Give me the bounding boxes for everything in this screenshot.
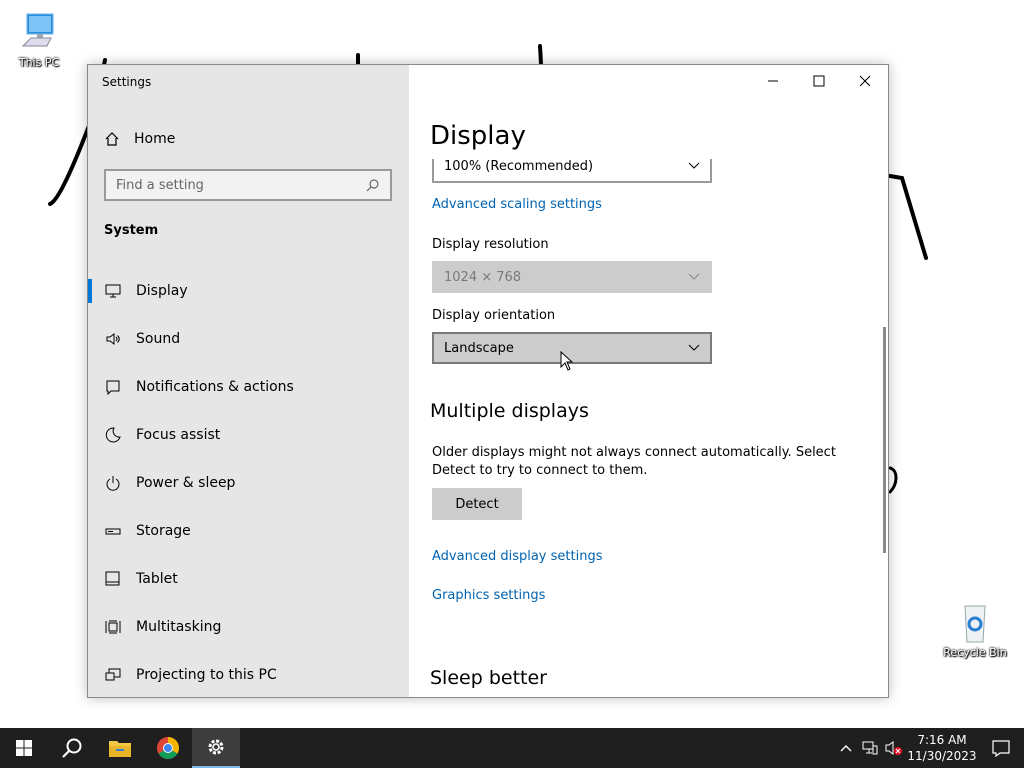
orientation-label: Display orientation	[432, 308, 556, 323]
moon-icon	[104, 426, 122, 444]
action-center-button[interactable]	[978, 728, 1024, 768]
chrome-button[interactable]	[144, 728, 192, 768]
advanced-display-link[interactable]: Advanced display settings	[432, 549, 602, 564]
power-icon	[104, 474, 122, 492]
clock-time: 7:16 AM	[917, 733, 967, 747]
search-icon	[366, 179, 379, 192]
sidebar: Settings Home System Display	[88, 65, 409, 697]
taskbar-search-button[interactable]	[48, 728, 96, 768]
chevron-down-icon	[688, 344, 700, 351]
multitasking-icon	[104, 618, 122, 636]
sidebar-item-label: Power & sleep	[136, 475, 236, 491]
resolution-value: 1024 × 768	[444, 269, 522, 285]
system-tray: 7:16 AM 11/30/2023	[834, 728, 1024, 768]
taskbar: 7:16 AM 11/30/2023	[0, 728, 1024, 768]
tablet-icon	[104, 570, 122, 588]
this-pc-shortcut[interactable]: This PC	[4, 10, 74, 69]
sidebar-item-tablet[interactable]: Tablet	[88, 555, 409, 603]
sidebar-item-label: Storage	[136, 523, 191, 539]
chrome-icon	[157, 737, 179, 759]
scrollbar[interactable]	[883, 327, 886, 553]
home-icon	[105, 132, 119, 146]
notification-icon	[992, 740, 1010, 757]
sidebar-item-display[interactable]: Display	[88, 267, 409, 315]
maximize-button[interactable]	[796, 65, 842, 97]
maximize-icon	[813, 75, 825, 87]
speaker-icon	[104, 330, 122, 348]
settings-taskbar-button[interactable]	[192, 728, 240, 768]
mouse-cursor-icon	[560, 351, 574, 371]
sidebar-item-notifications[interactable]: Notifications & actions	[88, 363, 409, 411]
show-hidden-icons-button[interactable]	[834, 728, 858, 768]
search-input[interactable]	[116, 177, 366, 193]
multiple-displays-heading: Multiple displays	[430, 400, 589, 422]
orientation-value: Landscape	[444, 340, 514, 356]
projecting-icon	[104, 666, 122, 684]
window-title: Settings	[102, 75, 152, 89]
multiple-displays-text: Older displays might not always connect …	[432, 445, 836, 478]
sidebar-item-power-sleep[interactable]: Power & sleep	[88, 459, 409, 507]
monitor-icon	[104, 282, 122, 300]
recycle-bin-label: Recycle Bin	[943, 646, 1007, 659]
close-button[interactable]	[842, 65, 888, 97]
sidebar-item-projecting[interactable]: Projecting to this PC	[88, 651, 409, 697]
volume-muted-icon	[885, 741, 902, 755]
sidebar-item-focus-assist[interactable]: Focus assist	[88, 411, 409, 459]
advanced-scaling-link[interactable]: Advanced scaling settings	[432, 197, 602, 212]
page-title: Display	[430, 121, 526, 151]
close-icon	[859, 75, 871, 87]
start-icon	[16, 740, 32, 756]
notification-icon	[104, 378, 122, 396]
window-controls	[750, 65, 888, 97]
settings-window: Settings Home System Display	[87, 64, 889, 698]
network-button[interactable]	[858, 728, 882, 768]
search-box[interactable]	[104, 169, 392, 201]
scale-value: 100% (Recommended)	[444, 158, 594, 174]
search-icon	[62, 738, 82, 758]
network-icon	[862, 741, 878, 755]
sidebar-item-label: Display	[136, 283, 188, 299]
sidebar-item-sound[interactable]: Sound	[88, 315, 409, 363]
chevron-up-icon	[840, 745, 852, 752]
storage-icon	[104, 522, 122, 540]
home-nav[interactable]: Home	[104, 129, 175, 149]
sidebar-item-label: Sound	[136, 331, 181, 347]
sidebar-item-label: Focus assist	[136, 427, 221, 443]
file-explorer-button[interactable]	[96, 728, 144, 768]
sidebar-item-label: Projecting to this PC	[136, 667, 277, 683]
minimize-button[interactable]	[750, 65, 796, 97]
sleep-better-heading: Sleep better	[430, 667, 547, 689]
detect-button[interactable]: Detect	[432, 488, 522, 520]
sidebar-item-label: Tablet	[136, 571, 178, 587]
recycle-bin-icon	[953, 600, 997, 644]
chevron-down-icon	[688, 273, 700, 280]
settings-icon	[208, 739, 224, 755]
content-pane: 100% (Recommended) Display Advanced scal…	[409, 65, 888, 697]
clock[interactable]: 7:16 AM 11/30/2023	[906, 732, 978, 764]
computer-icon	[17, 10, 61, 54]
graphics-settings-link[interactable]: Graphics settings	[432, 588, 545, 603]
volume-button[interactable]	[882, 728, 906, 768]
chevron-down-icon	[688, 162, 700, 169]
sidebar-nav: Display Sound Notifications & actions Fo…	[88, 267, 409, 697]
this-pc-label: This PC	[18, 56, 60, 69]
file-explorer-icon	[109, 741, 131, 757]
resolution-dropdown: 1024 × 768	[432, 261, 712, 293]
recycle-bin-shortcut[interactable]: Recycle Bin	[940, 600, 1010, 659]
resolution-label: Display resolution	[432, 237, 549, 252]
sidebar-item-multitasking[interactable]: Multitasking	[88, 603, 409, 651]
sidebar-item-storage[interactable]: Storage	[88, 507, 409, 555]
start-button[interactable]	[0, 728, 48, 768]
clock-date: 11/30/2023	[907, 749, 977, 763]
section-heading: System	[104, 223, 159, 238]
minimize-icon	[768, 80, 778, 82]
sidebar-item-label: Multitasking	[136, 619, 222, 635]
home-label: Home	[134, 131, 176, 147]
sidebar-item-label: Notifications & actions	[136, 379, 294, 395]
